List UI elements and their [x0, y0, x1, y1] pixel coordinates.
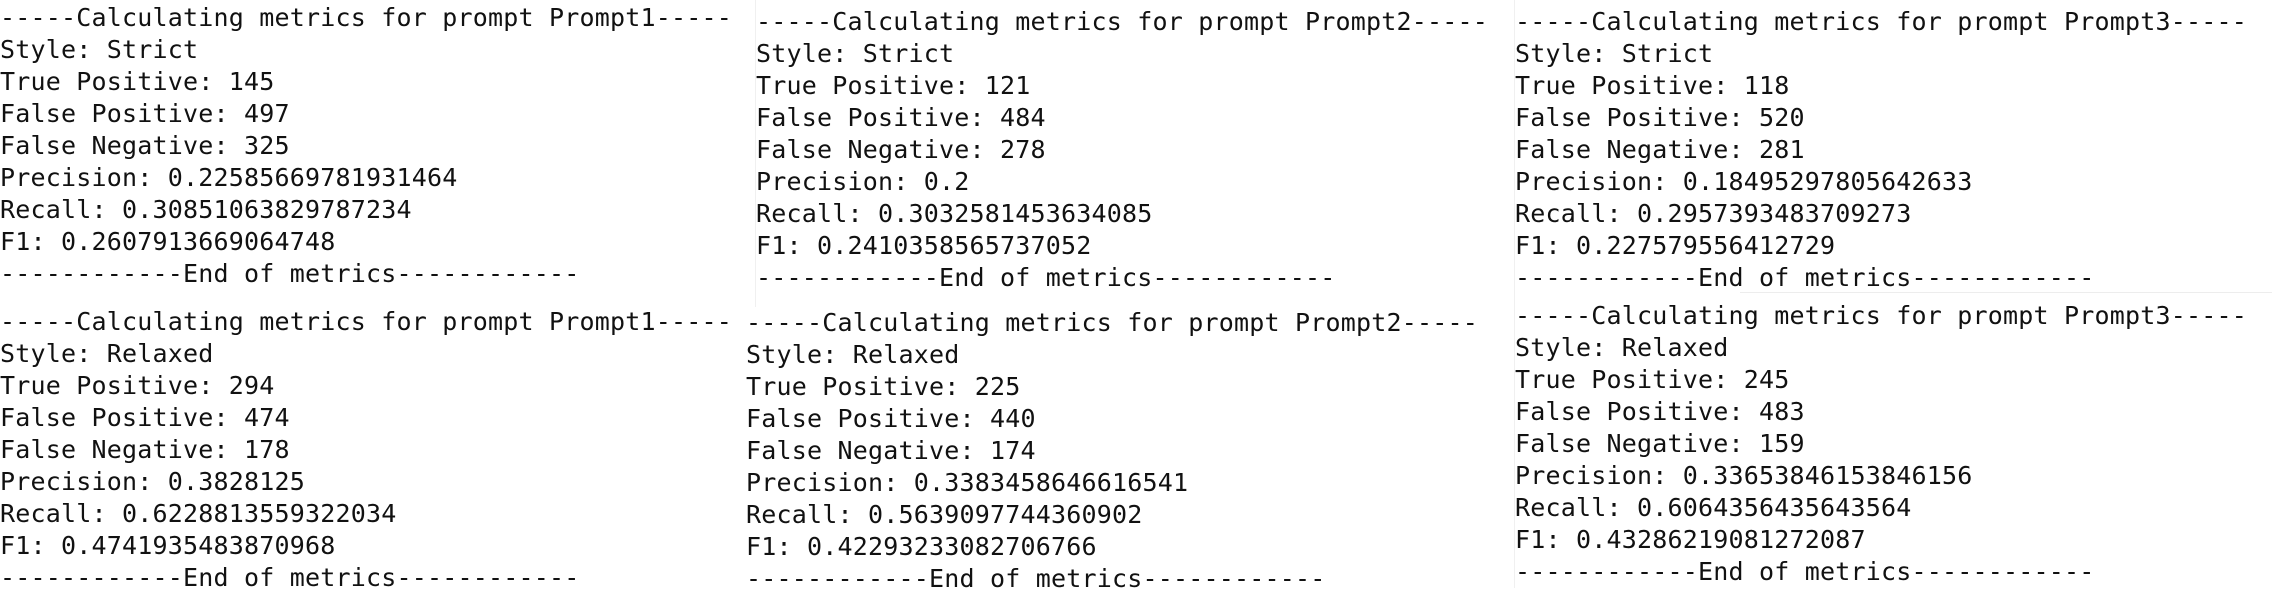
false-positive-line: False Positive: 497	[0, 99, 290, 128]
metrics-output-relaxed-prompt3: -----Calculating metrics for prompt Prom…	[1515, 300, 2272, 588]
f1-line: F1: 0.2410358565737052	[756, 231, 1092, 260]
f1-line: F1: 0.2607913669064748	[0, 227, 336, 256]
true-positive-line: True Positive: 121	[756, 71, 1031, 100]
metrics-footer: ------------End of metrics------------	[1515, 557, 2095, 586]
false-negative-line: False Negative: 278	[756, 135, 1046, 164]
false-negative-line: False Negative: 178	[0, 435, 290, 464]
precision-line: Precision: 0.18495297805642633	[1515, 167, 1973, 196]
true-positive-line: True Positive: 245	[1515, 365, 1790, 394]
metrics-header: -----Calculating metrics for prompt Prom…	[746, 308, 1479, 337]
metrics-footer: ------------End of metrics------------	[0, 563, 580, 592]
false-positive-line: False Positive: 474	[0, 403, 290, 432]
metrics-header: -----Calculating metrics for prompt Prom…	[0, 307, 733, 336]
metrics-footer: ------------End of metrics------------	[0, 259, 580, 288]
precision-line: Precision: 0.2	[756, 167, 970, 196]
recall-line: Recall: 0.30851063829787234	[0, 195, 412, 224]
false-positive-line: False Positive: 520	[1515, 103, 1805, 132]
metrics-header: -----Calculating metrics for prompt Prom…	[756, 7, 1489, 36]
true-positive-line: True Positive: 118	[1515, 71, 1790, 100]
precision-line: Precision: 0.3828125	[0, 467, 306, 496]
style-line: Style: Relaxed	[0, 339, 214, 368]
false-negative-line: False Negative: 174	[746, 436, 1036, 465]
false-negative-line: False Negative: 281	[1515, 135, 1805, 164]
true-positive-line: True Positive: 294	[0, 371, 275, 400]
false-positive-line: False Positive: 484	[756, 103, 1046, 132]
style-line: Style: Relaxed	[1515, 333, 1729, 362]
metrics-output-strict-prompt1: -----Calculating metrics for prompt Prom…	[0, 2, 755, 288]
f1-line: F1: 0.42293233082706766	[746, 532, 1097, 561]
f1-line: F1: 0.227579556412729	[1515, 231, 1836, 260]
false-negative-line: False Negative: 159	[1515, 429, 1805, 458]
precision-line: Precision: 0.3383458646616541	[746, 468, 1189, 497]
metrics-output-strict-prompt2: -----Calculating metrics for prompt Prom…	[756, 6, 1514, 292]
recall-line: Recall: 0.6228813559322034	[0, 499, 397, 528]
metrics-header: -----Calculating metrics for prompt Prom…	[1515, 301, 2248, 330]
style-line: Style: Relaxed	[746, 340, 960, 369]
recall-line: Recall: 0.3032581453634085	[756, 199, 1153, 228]
precision-line: Precision: 0.33653846153846156	[1515, 461, 1973, 490]
metrics-header: -----Calculating metrics for prompt Prom…	[1515, 7, 2248, 36]
metrics-output-relaxed-prompt1: -----Calculating metrics for prompt Prom…	[0, 306, 745, 592]
recall-line: Recall: 0.6064356435643564	[1515, 493, 1912, 522]
recall-line: Recall: 0.2957393483709273	[1515, 199, 1912, 228]
true-positive-line: True Positive: 225	[746, 372, 1021, 401]
f1-line: F1: 0.4741935483870968	[0, 531, 336, 560]
false-positive-line: False Positive: 440	[746, 404, 1036, 433]
f1-line: F1: 0.43286219081272087	[1515, 525, 1866, 554]
true-positive-line: True Positive: 145	[0, 67, 275, 96]
precision-line: Precision: 0.22585669781931464	[0, 163, 458, 192]
metrics-output-strict-prompt3: -----Calculating metrics for prompt Prom…	[1515, 6, 2272, 292]
style-line: Style: Strict	[1515, 39, 1714, 68]
metrics-footer: ------------End of metrics------------	[1515, 263, 2095, 292]
metrics-header: -----Calculating metrics for prompt Prom…	[0, 3, 733, 32]
style-line: Style: Strict	[0, 35, 199, 64]
false-negative-line: False Negative: 325	[0, 131, 290, 160]
metrics-output-relaxed-prompt2: -----Calculating metrics for prompt Prom…	[746, 307, 1508, 593]
metrics-footer: ------------End of metrics------------	[746, 564, 1326, 593]
metrics-footer: ------------End of metrics------------	[756, 263, 1336, 292]
style-line: Style: Strict	[756, 39, 955, 68]
recall-line: Recall: 0.5639097744360902	[746, 500, 1143, 529]
false-positive-line: False Positive: 483	[1515, 397, 1805, 426]
